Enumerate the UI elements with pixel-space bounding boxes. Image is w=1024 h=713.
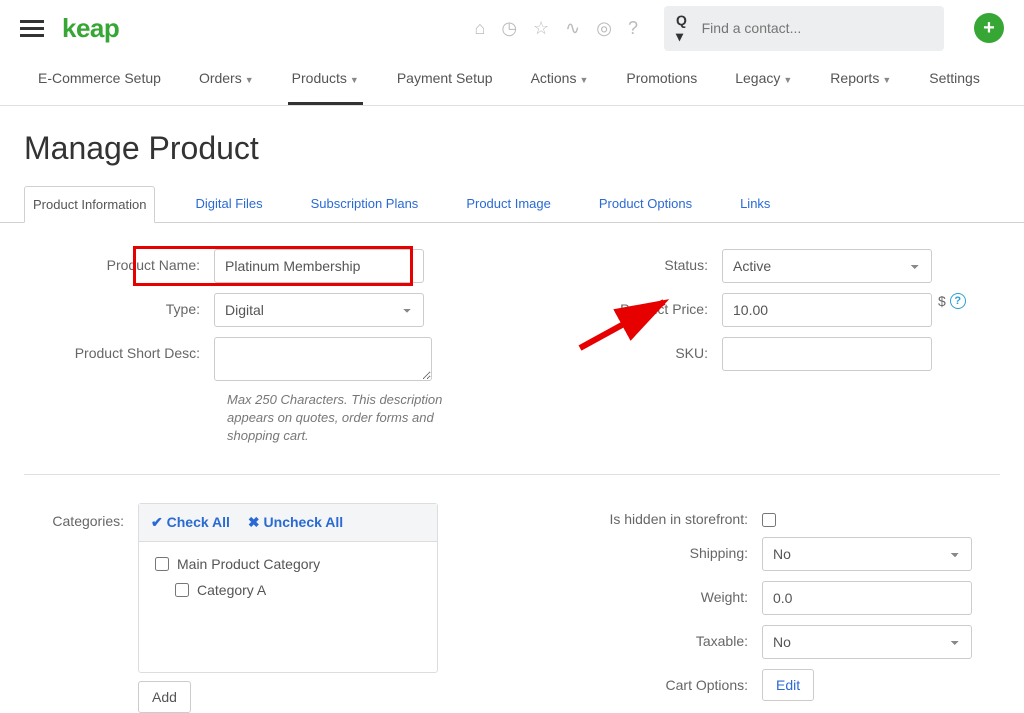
tab-image[interactable]: Product Image — [458, 186, 559, 223]
label-hidden: Is hidden in storefront: — [542, 503, 762, 527]
chevron-down-icon: ▼ — [350, 75, 359, 85]
label-taxable: Taxable: — [542, 625, 762, 649]
label-shipping: Shipping: — [542, 537, 762, 561]
add-category-button[interactable]: Add — [138, 681, 191, 713]
currency-symbol: $ — [938, 293, 946, 309]
label-sku: SKU: — [542, 337, 722, 361]
check-all-button[interactable]: ✔ Check All — [151, 514, 230, 531]
bolt-icon[interactable]: ∿ — [565, 18, 580, 39]
tab-product-info[interactable]: Product Information — [24, 186, 155, 223]
chevron-down-icon: ▼ — [579, 75, 588, 85]
main-nav: E-Commerce Setup Orders▼ Products▼ Payme… — [0, 56, 1024, 106]
uncheck-all-button[interactable]: ✖ Uncheck All — [248, 514, 343, 531]
user-icon[interactable]: ◎ — [596, 18, 612, 39]
nav-ecommerce[interactable]: E-Commerce Setup — [34, 56, 165, 105]
label-short-desc: Product Short Desc: — [24, 337, 214, 361]
product-name-input[interactable] — [214, 249, 424, 283]
label-price: Product Price: — [542, 293, 722, 317]
cart-edit-button[interactable]: Edit — [762, 669, 814, 701]
label-status: Status: — [542, 249, 722, 273]
taxable-select[interactable]: No — [762, 625, 972, 659]
weight-input[interactable] — [762, 581, 972, 615]
label-type: Type: — [24, 293, 214, 317]
chevron-down-icon: ▼ — [783, 75, 792, 85]
nav-payment[interactable]: Payment Setup — [393, 56, 497, 105]
menu-icon[interactable] — [20, 16, 44, 41]
logo: keap — [62, 13, 119, 44]
short-desc-help: Max 250 Characters. This description app… — [227, 391, 457, 446]
category-main[interactable]: Main Product Category — [155, 556, 421, 572]
sku-input[interactable] — [722, 337, 932, 371]
search-icon: Q ▾ — [676, 12, 696, 45]
clock-icon[interactable]: ◷ — [501, 18, 517, 39]
star-icon[interactable]: ☆ — [533, 18, 549, 39]
chevron-down-icon: ▼ — [882, 75, 891, 85]
categories-panel: ✔ Check All ✖ Uncheck All Main Product C… — [138, 503, 438, 673]
page-title: Manage Product — [0, 106, 1024, 185]
home-icon[interactable]: ⌂ — [474, 18, 485, 39]
tab-options[interactable]: Product Options — [591, 186, 700, 223]
divider — [24, 474, 1000, 475]
hidden-checkbox[interactable] — [762, 513, 776, 527]
search-input[interactable] — [702, 20, 932, 36]
help-icon[interactable]: ? — [628, 18, 638, 39]
nav-reports[interactable]: Reports▼ — [826, 56, 895, 105]
category-sub-a[interactable]: Category A — [175, 582, 421, 598]
nav-promotions[interactable]: Promotions — [622, 56, 701, 105]
category-sub-checkbox[interactable] — [175, 583, 189, 597]
shipping-select[interactable]: No — [762, 537, 972, 571]
nav-orders[interactable]: Orders▼ — [195, 56, 258, 105]
category-main-checkbox[interactable] — [155, 557, 169, 571]
label-categories: Categories: — [24, 503, 124, 529]
nav-settings[interactable]: Settings — [925, 56, 984, 105]
add-button[interactable]: + — [974, 13, 1004, 43]
status-select[interactable]: Active — [722, 249, 932, 283]
type-select[interactable]: Digital — [214, 293, 424, 327]
label-product-name: Product Name: — [24, 249, 214, 273]
tab-subscription[interactable]: Subscription Plans — [303, 186, 427, 223]
nav-legacy[interactable]: Legacy▼ — [731, 56, 796, 105]
price-help-icon[interactable]: ? — [950, 293, 966, 309]
nav-products[interactable]: Products▼ — [288, 56, 363, 105]
search-bar[interactable]: Q ▾ — [664, 6, 944, 51]
price-input[interactable] — [722, 293, 932, 327]
nav-actions[interactable]: Actions▼ — [527, 56, 593, 105]
tab-links[interactable]: Links — [732, 186, 778, 223]
chevron-down-icon: ▼ — [245, 75, 254, 85]
short-desc-textarea[interactable] — [214, 337, 432, 381]
tabs: Product Information Digital Files Subscr… — [0, 185, 1024, 223]
label-weight: Weight: — [542, 581, 762, 605]
label-cart: Cart Options: — [542, 669, 762, 693]
tab-digital-files[interactable]: Digital Files — [187, 186, 270, 223]
